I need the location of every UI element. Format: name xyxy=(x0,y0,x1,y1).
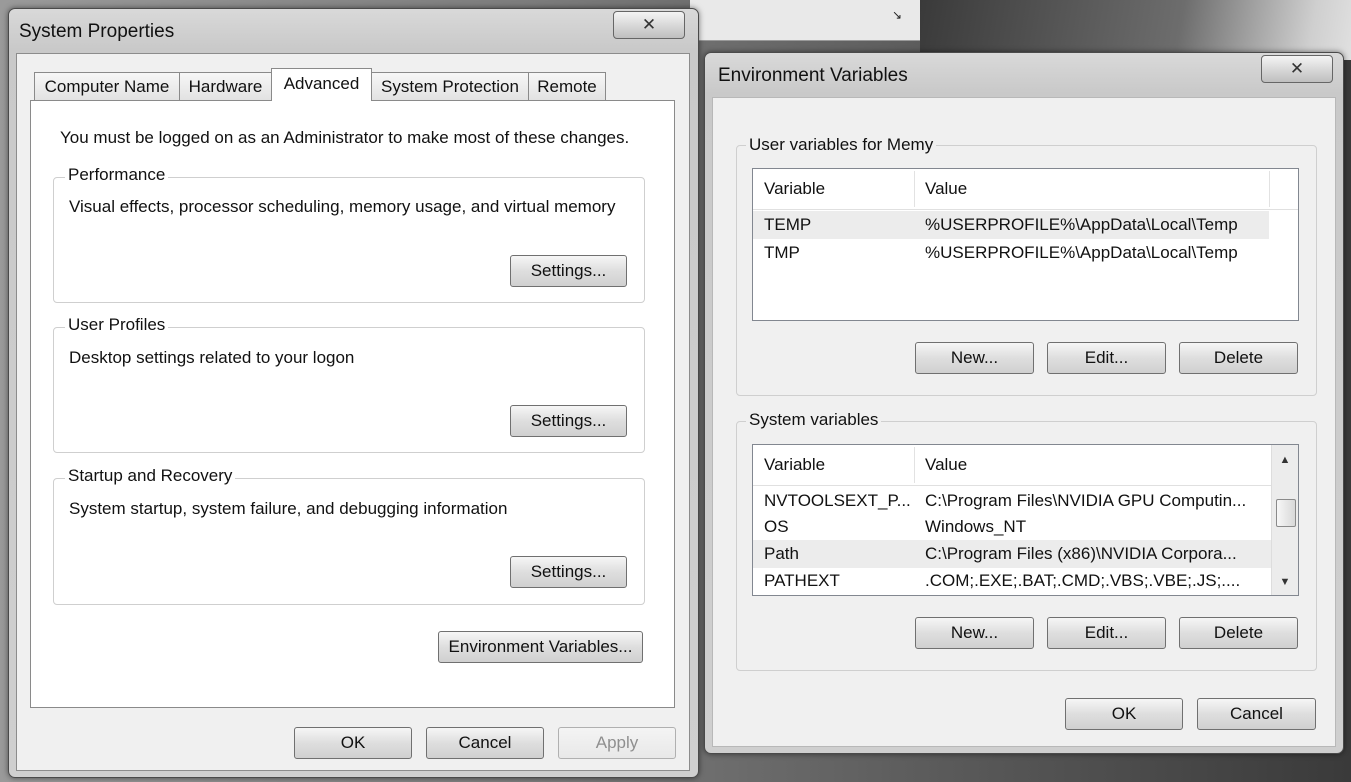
system-delete-button[interactable]: Delete xyxy=(1179,617,1298,649)
startup-recovery-description: System startup, system failure, and debu… xyxy=(69,499,508,518)
close-icon: ✕ xyxy=(641,15,657,34)
variable-name: TMP xyxy=(764,243,800,262)
close-button[interactable]: ✕ xyxy=(613,11,685,39)
scroll-up-icon[interactable]: ▲ xyxy=(1272,449,1298,471)
user-variable-row[interactable]: TEMP %USERPROFILE%\AppData\Local\Temp xyxy=(753,211,1269,239)
list-header: Variable Value xyxy=(753,445,1273,486)
tab-advanced[interactable]: Advanced xyxy=(271,68,372,101)
close-button[interactable]: ✕ xyxy=(1261,55,1333,83)
system-new-button[interactable]: New... xyxy=(915,617,1034,649)
column-header-value[interactable]: Value xyxy=(925,179,967,199)
apply-button[interactable]: Apply xyxy=(558,727,676,759)
system-variable-row[interactable]: PATHEXT .COM;.EXE;.BAT;.CMD;.VBS;.VBE;.J… xyxy=(753,567,1273,595)
admin-note: You must be logged on as an Administrato… xyxy=(60,128,630,147)
tab-system-protection[interactable]: System Protection xyxy=(371,72,529,100)
background-window-strip: ↘ xyxy=(690,0,920,41)
background-window-dark xyxy=(920,0,1351,60)
user-delete-button[interactable]: Delete xyxy=(1179,342,1298,374)
system-variables-list[interactable]: Variable Value NVTOOLSEXT_P... C:\Progra… xyxy=(752,444,1299,596)
user-variables-list[interactable]: Variable Value TEMP %USERPROFILE%\AppDat… xyxy=(752,168,1299,321)
window-title: Environment Variables xyxy=(718,65,908,86)
dialog-client-area: User variables for Memy Variable Value T… xyxy=(712,97,1336,747)
system-variables-label: System variables xyxy=(746,410,882,430)
close-icon: ✕ xyxy=(1289,59,1305,78)
tab-label: Hardware xyxy=(188,77,263,96)
variable-value: %USERPROFILE%\AppData\Local\Temp xyxy=(925,215,1238,234)
variable-value: C:\Program Files\NVIDIA GPU Computin... xyxy=(925,491,1247,510)
scroll-down-icon[interactable]: ▼ xyxy=(1272,571,1298,593)
ok-button[interactable]: OK xyxy=(1065,698,1183,730)
environment-variables-window: Environment Variables ✕ User variables f… xyxy=(704,52,1344,754)
user-profiles-description: Desktop settings related to your logon xyxy=(69,348,355,367)
user-new-button[interactable]: New... xyxy=(915,342,1034,374)
column-divider xyxy=(914,171,915,207)
tab-hardware[interactable]: Hardware xyxy=(179,72,272,100)
advanced-tab-panel: You must be logged on as an Administrato… xyxy=(30,100,675,708)
tab-label: Advanced xyxy=(283,74,360,93)
system-properties-window: System Properties ✕ Computer Name Hardwa… xyxy=(8,8,699,778)
user-profiles-settings-button[interactable]: Settings... xyxy=(510,405,627,437)
variable-name: TEMP xyxy=(764,215,812,234)
system-variable-row[interactable]: NVTOOLSEXT_P... C:\Program Files\NVIDIA … xyxy=(753,487,1273,515)
column-divider xyxy=(1269,171,1270,207)
tab-label: Computer Name xyxy=(44,77,170,96)
startup-recovery-settings-button[interactable]: Settings... xyxy=(510,556,627,588)
user-variables-label: User variables for Memy xyxy=(746,135,937,155)
ok-button[interactable]: OK xyxy=(294,727,412,759)
performance-description: Visual effects, processor scheduling, me… xyxy=(69,197,616,216)
vertical-scrollbar[interactable]: ▲ ▼ xyxy=(1271,445,1298,595)
tab-computer-name[interactable]: Computer Name xyxy=(34,72,180,100)
tab-label: Remote xyxy=(537,77,597,96)
variable-name: OS xyxy=(764,517,789,536)
column-divider xyxy=(914,447,915,483)
user-profiles-label: User Profiles xyxy=(65,315,169,335)
performance-label: Performance xyxy=(65,165,169,185)
performance-settings-button[interactable]: Settings... xyxy=(510,255,627,287)
system-variable-row[interactable]: Path C:\Program Files (x86)\NVIDIA Corpo… xyxy=(753,540,1273,568)
cancel-button[interactable]: Cancel xyxy=(1197,698,1316,730)
variable-value: %USERPROFILE%\AppData\Local\Temp xyxy=(925,243,1238,262)
variable-name: Path xyxy=(764,544,799,563)
user-edit-button[interactable]: Edit... xyxy=(1047,342,1166,374)
variable-name: NVTOOLSEXT_P... xyxy=(764,491,911,510)
column-header-variable[interactable]: Variable xyxy=(764,179,825,199)
variable-value: .COM;.EXE;.BAT;.CMD;.VBS;.VBE;.JS;.... xyxy=(925,571,1241,590)
variable-value: C:\Program Files (x86)\NVIDIA Corpora... xyxy=(925,544,1237,563)
column-header-variable[interactable]: Variable xyxy=(764,455,825,475)
user-variable-row[interactable]: TMP %USERPROFILE%\AppData\Local\Temp xyxy=(753,239,1269,267)
list-header: Variable Value xyxy=(753,169,1298,210)
dialog-client-area: Computer Name Hardware Advanced System P… xyxy=(16,53,690,771)
variable-value: Windows_NT xyxy=(925,517,1027,536)
cancel-button[interactable]: Cancel xyxy=(426,727,544,759)
system-edit-button[interactable]: Edit... xyxy=(1047,617,1166,649)
window-title: System Properties xyxy=(19,21,175,42)
corner-arrow-icon: ↘ xyxy=(891,8,902,22)
startup-recovery-label: Startup and Recovery xyxy=(65,466,236,486)
system-variable-row[interactable]: OS Windows_NT xyxy=(753,513,1273,541)
scroll-thumb[interactable] xyxy=(1276,499,1296,527)
column-header-value[interactable]: Value xyxy=(925,455,967,475)
environment-variables-button[interactable]: Environment Variables... xyxy=(438,631,643,663)
tab-label: System Protection xyxy=(381,77,519,96)
variable-name: PATHEXT xyxy=(764,571,840,590)
tab-remote[interactable]: Remote xyxy=(528,72,606,100)
